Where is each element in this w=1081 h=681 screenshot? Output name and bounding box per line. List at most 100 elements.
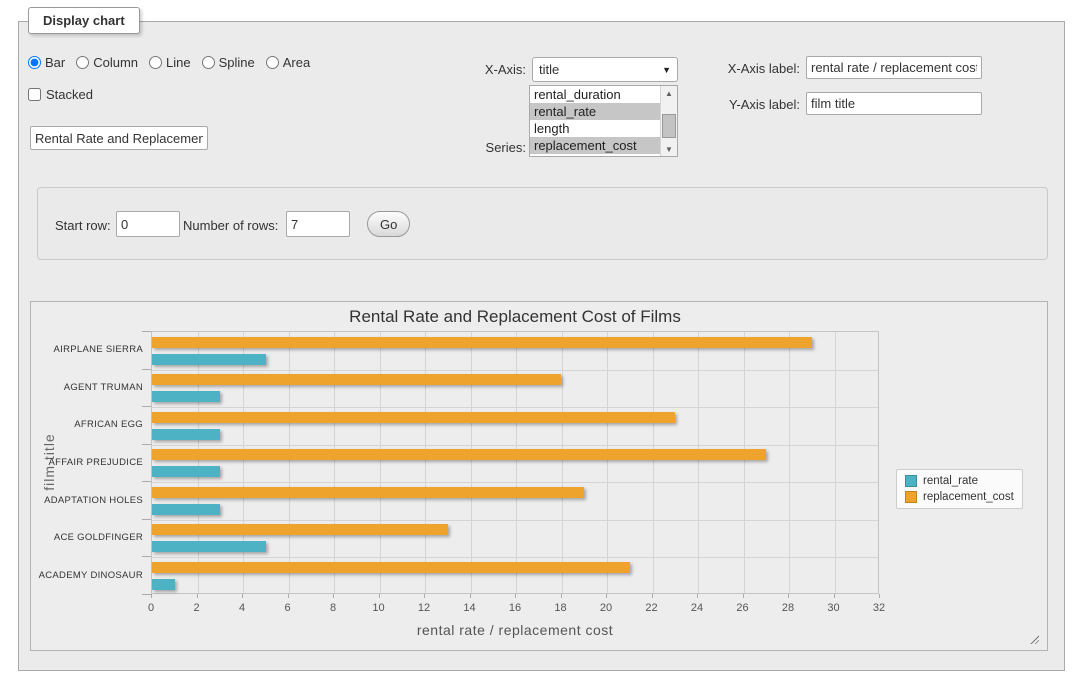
chart-title-input[interactable] [30, 126, 208, 150]
bar-rental_rate[interactable] [152, 504, 220, 515]
chart-type-radio-bar[interactable] [28, 56, 41, 69]
stacked-checkbox-row[interactable]: Stacked [28, 87, 93, 102]
x-axis-tick-label: 8 [313, 602, 353, 614]
x-axis-tick [333, 594, 334, 598]
gridline [152, 482, 878, 483]
x-axis-tick [834, 594, 835, 598]
x-axis-tick-label: 20 [586, 602, 626, 614]
y-axis-label-label: Y-Axis label: [700, 97, 800, 112]
gridline [152, 445, 878, 446]
gridline [152, 520, 878, 521]
series-scrollbar[interactable]: ▲ ▼ [660, 86, 677, 156]
y-axis-tick [142, 369, 151, 370]
chart-type-option-column[interactable]: Column [76, 55, 138, 70]
series-option-length[interactable]: length [530, 120, 660, 137]
scroll-up-icon[interactable]: ▲ [661, 86, 677, 100]
x-axis-tick-label: 4 [222, 602, 262, 614]
y-axis-label-input[interactable] [806, 92, 982, 115]
gridline [562, 332, 563, 593]
bar-replacement_cost[interactable] [152, 487, 584, 498]
bar-rental_rate[interactable] [152, 429, 220, 440]
num-rows-input[interactable] [286, 211, 350, 237]
legend-item-rental_rate[interactable]: rental_rate [905, 475, 1014, 487]
bar-replacement_cost[interactable] [152, 449, 766, 460]
x-axis-tick [561, 594, 562, 598]
x-axis-select-label: X-Axis: [426, 62, 526, 77]
x-axis-tick [470, 594, 471, 598]
gridline [152, 557, 878, 558]
chart-type-option-label: Spline [219, 55, 255, 70]
x-axis-tick [197, 594, 198, 598]
x-axis-tick [743, 594, 744, 598]
category-label: AIRPLANE SIERRA [31, 331, 143, 369]
x-axis-tick-label: 6 [268, 602, 308, 614]
scrollbar-thumb[interactable] [662, 114, 676, 138]
x-axis-tick-label: 26 [723, 602, 763, 614]
series-option-rental_rate[interactable]: rental_rate [530, 103, 660, 120]
series-option-rental_duration[interactable]: rental_duration [530, 86, 660, 103]
x-axis-tick-label: 18 [541, 602, 581, 614]
series-select-label: Series: [426, 140, 526, 155]
x-axis-tick-label: 2 [177, 602, 217, 614]
gridline [653, 332, 654, 593]
chart-type-radio-area[interactable] [266, 56, 279, 69]
series-option-replacement_cost[interactable]: replacement_cost [530, 137, 660, 154]
chart-type-radio-spline[interactable] [202, 56, 215, 69]
bar-replacement_cost[interactable] [152, 412, 675, 423]
chart-type-option-area[interactable]: Area [266, 55, 310, 70]
x-axis-tick [697, 594, 698, 598]
num-rows-label: Number of rows: [183, 218, 278, 233]
x-axis-tick [242, 594, 243, 598]
legend-label: rental_rate [923, 475, 978, 487]
start-row-input[interactable] [116, 211, 180, 237]
x-axis-select[interactable]: title ▼ [532, 57, 678, 82]
scroll-down-icon[interactable]: ▼ [661, 142, 677, 156]
chart-panel: Rental Rate and Replacement Cost of Film… [30, 301, 1048, 651]
chart-type-radio-column[interactable] [76, 56, 89, 69]
bar-replacement_cost[interactable] [152, 374, 561, 385]
x-axis-tick [151, 594, 152, 598]
gridline [380, 332, 381, 593]
x-axis-tick [606, 594, 607, 598]
x-axis-tick [424, 594, 425, 598]
go-button[interactable]: Go [367, 211, 410, 237]
chart-legend: rental_rate replacement_cost [896, 469, 1023, 509]
bar-rental_rate[interactable] [152, 466, 220, 477]
chart-type-option-bar[interactable]: Bar [28, 55, 65, 70]
bar-rental_rate[interactable] [152, 354, 266, 365]
stacked-checkbox[interactable] [28, 88, 41, 101]
category-label: AGENT TRUMAN [31, 369, 143, 407]
gridline [152, 407, 878, 408]
chart-type-option-spline[interactable]: Spline [202, 55, 255, 70]
x-axis-tick-label: 16 [495, 602, 535, 614]
x-axis-tick-label: 24 [677, 602, 717, 614]
series-multiselect[interactable]: rental_durationrental_ratelengthreplacem… [529, 85, 678, 157]
x-axis-tick-label: 30 [814, 602, 854, 614]
gridline [698, 332, 699, 593]
x-axis-label-input[interactable] [806, 56, 982, 79]
series-options: rental_durationrental_ratelengthreplacem… [530, 86, 660, 156]
bar-rental_rate[interactable] [152, 541, 266, 552]
resize-handle-icon[interactable] [1029, 634, 1039, 644]
chart-title: Rental Rate and Replacement Cost of Film… [151, 307, 879, 327]
x-axis-label-label: X-Axis label: [700, 61, 800, 76]
plot-area [151, 331, 879, 594]
bar-rental_rate[interactable] [152, 391, 220, 402]
chart-x-axis-title: rental rate / replacement cost [151, 622, 879, 638]
chart-type-option-line[interactable]: Line [149, 55, 191, 70]
x-axis-tick-label: 10 [359, 602, 399, 614]
chart-type-radio-line[interactable] [149, 56, 162, 69]
chart-type-option-label: Area [283, 55, 310, 70]
y-axis-tick [142, 444, 151, 445]
x-axis-tick-label: 0 [131, 602, 171, 614]
bar-replacement_cost[interactable] [152, 524, 448, 535]
legend-item-replacement_cost[interactable]: replacement_cost [905, 491, 1014, 503]
bar-replacement_cost[interactable] [152, 337, 812, 348]
y-axis-tick [142, 519, 151, 520]
x-axis-selected-value: title [539, 62, 662, 77]
chart-type-option-label: Column [93, 55, 138, 70]
bar-rental_rate[interactable] [152, 579, 175, 590]
start-row-label: Start row: [55, 218, 111, 233]
bar-replacement_cost[interactable] [152, 562, 630, 573]
y-axis-tick [142, 481, 151, 482]
